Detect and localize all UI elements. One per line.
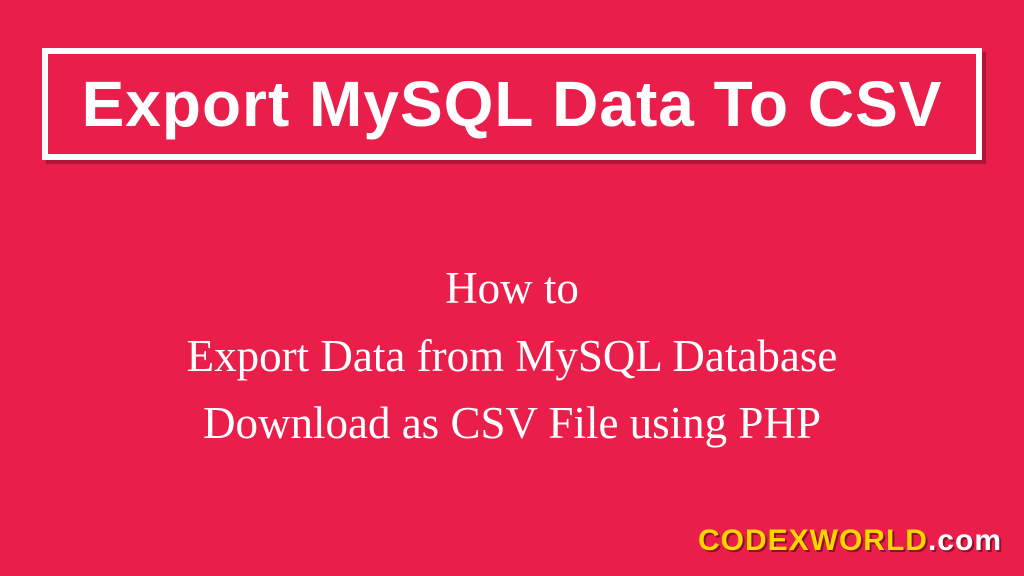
subtitle-line-2: Export Data from MySQL Database (30, 323, 994, 391)
subtitle-container: How to Export Data from MySQL Database D… (0, 255, 1024, 458)
subtitle-line-1: How to (30, 255, 994, 323)
main-title: Export MySQL Data To CSV (68, 72, 956, 136)
subtitle-line-3: Download as CSV File using PHP (30, 390, 994, 458)
title-box: Export MySQL Data To CSV (42, 48, 982, 160)
watermark-brand: CODEXWORLD (698, 524, 928, 557)
watermark: CODEXWORLD.com (698, 524, 1002, 558)
watermark-domain: .com (928, 524, 1002, 557)
